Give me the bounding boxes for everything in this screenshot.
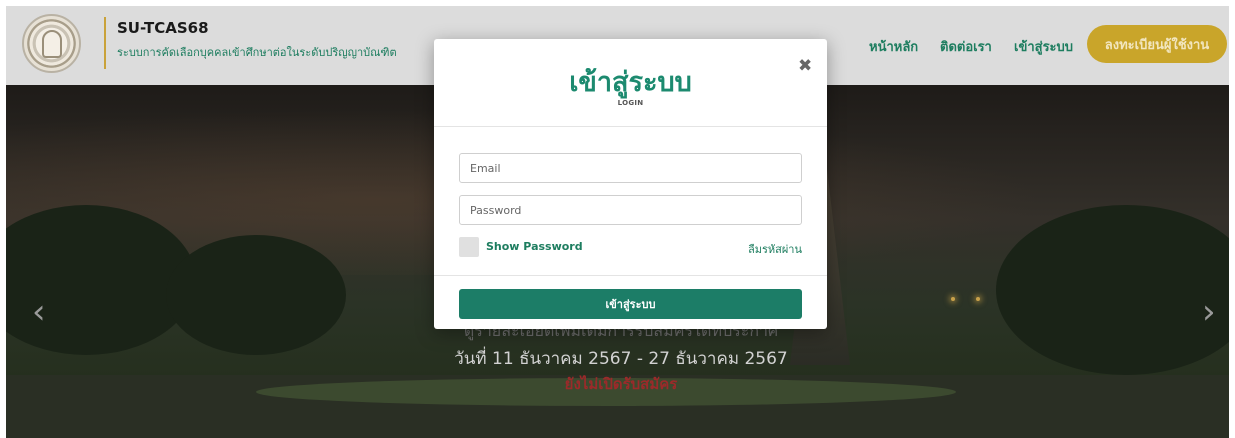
login-modal: เข้าสู่ระบบ LOGIN ✖ Show Password ลืมรหั… xyxy=(434,39,827,329)
modal-subtitle: LOGIN xyxy=(617,99,644,107)
page: SU-TCAS68 ระบบการคัดเลือกบุคคลเข้าศึกษาต… xyxy=(6,6,1229,438)
close-icon[interactable]: ✖ xyxy=(798,56,812,76)
hero-status: ยังไม่เปิดรับสมัคร xyxy=(564,375,678,393)
register-button[interactable]: ลงทะเบียนผู้ใช้งาน xyxy=(1087,25,1227,63)
login-submit-button[interactable]: เข้าสู่ระบบ xyxy=(459,289,802,319)
nav-home[interactable]: หน้าหลัก xyxy=(869,36,918,57)
header-divider xyxy=(104,17,106,69)
chevron-left-icon[interactable]: ‹ xyxy=(32,295,46,329)
show-password-label[interactable]: Show Password xyxy=(486,240,583,253)
hero-light xyxy=(951,297,955,301)
nav-contact[interactable]: ติดต่อเรา xyxy=(940,36,992,57)
forgot-password-link[interactable]: ลืมรหัสผ่าน xyxy=(740,240,802,258)
hero-light xyxy=(976,297,980,301)
chevron-right-icon[interactable]: › xyxy=(1202,295,1216,329)
modal-header: เข้าสู่ระบบ LOGIN ✖ xyxy=(434,39,827,127)
hero-dates: วันที่ 11 ธันวาคม 2567 - 27 ธันวาคม 2567 xyxy=(454,349,788,369)
site-title[interactable]: SU-TCAS68 xyxy=(117,19,209,37)
show-password-checkbox[interactable] xyxy=(459,237,479,257)
email-field[interactable] xyxy=(459,153,802,183)
nav-login[interactable]: เข้าสู่ระบบ xyxy=(1014,36,1073,57)
logo-emblem-icon xyxy=(42,30,62,58)
university-logo[interactable] xyxy=(22,14,81,73)
modal-divider xyxy=(434,275,827,276)
site-subtitle: ระบบการคัดเลือกบุคคลเข้าศึกษาต่อในระดับป… xyxy=(117,46,397,59)
hero-tree xyxy=(166,235,346,355)
modal-title: เข้าสู่ระบบ xyxy=(569,67,692,98)
password-field[interactable] xyxy=(459,195,802,225)
hero-tree xyxy=(996,205,1229,375)
